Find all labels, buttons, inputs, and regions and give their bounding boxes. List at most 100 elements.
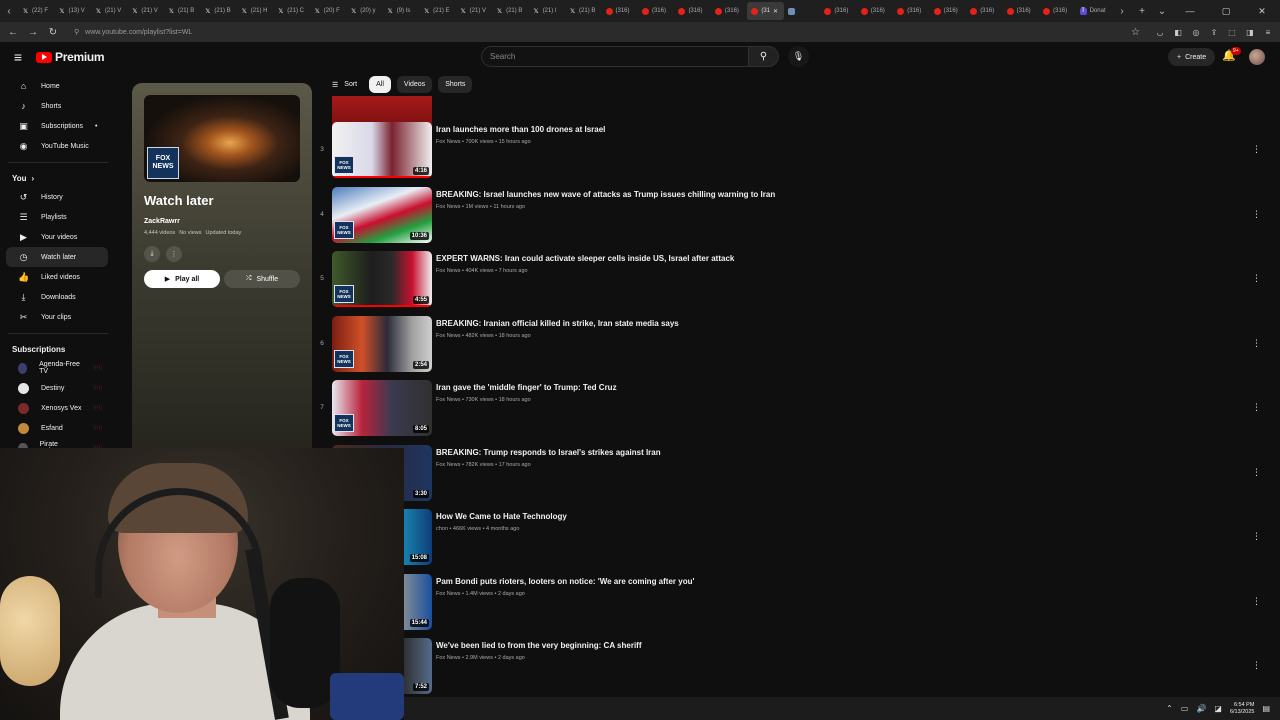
more-options-icon[interactable]: ⋮ [1252,338,1261,349]
tray-app-icon[interactable]: ◪ [1214,704,1222,713]
system-clock[interactable]: 6:54 PM 6/13/2025 [1230,702,1254,716]
sidebar-item-subscriptions[interactable]: ▣ Subscriptions • [6,116,108,136]
more-options-icon[interactable]: ⋮ [1252,273,1261,284]
sidebar-item-downloads[interactable]: ⤓ Downloads [6,287,108,307]
more-options-icon[interactable]: ⋮ [1252,402,1261,413]
browser-tab[interactable]: 𝕏 (21) B [164,2,200,20]
sidebar-subscription[interactable]: Xenosys Vex ((•)) [6,398,108,418]
close-window-icon[interactable]: ✕ [1244,6,1280,17]
channel-name[interactable]: Fox News [436,397,460,403]
more-options-icon[interactable]: ⋮ [1252,596,1261,607]
network-icon[interactable]: ▭ [1181,704,1189,713]
share-icon[interactable]: ⇪ [1208,26,1220,38]
download-icon[interactable]: ⤓ [144,246,160,262]
url-field[interactable]: ⚲ www.youtube.com/playlist?list=WL ☆ [66,24,1148,40]
minimize-icon[interactable]: — [1172,6,1208,17]
tray-chevron-icon[interactable]: ⌃ [1166,704,1173,713]
new-tab-icon[interactable]: + [1132,6,1152,17]
browser-tab[interactable] [784,2,820,20]
video-thumbnail[interactable]: FOX NEWS 4:16 [332,122,432,178]
sidebar-subscription[interactable]: Destiny ((•)) [6,378,108,398]
video-title[interactable]: BREAKING: Israel launches new wave of at… [436,190,775,199]
browser-tab[interactable]: (316) [820,2,856,20]
browser-tab[interactable]: 𝕏 (21) V [127,2,163,20]
browser-tab[interactable]: 𝕏 (21) V [456,2,492,20]
playlist-video-row[interactable]: 6 FOX NEWS 2:54 BREAKING: Iranian official k… [312,316,1280,376]
browser-tab[interactable]: 𝕏 (21) I [529,2,565,20]
video-title[interactable]: Iran gave the 'middle finger' to Trump: … [436,383,617,392]
filter-chip[interactable]: Shorts [438,76,473,93]
browser-tab[interactable]: 𝕏 (21) H [237,2,273,20]
browser-tab[interactable]: (316) [674,2,710,20]
browser-tab[interactable]: (316) [602,2,638,20]
browser-tab[interactable]: T Donat [1076,2,1112,20]
browser-tab[interactable]: 𝕏 (20) y [346,2,382,20]
video-title[interactable]: We've been lied to from the very beginni… [436,641,642,650]
guide-menu-icon[interactable]: ≡ [0,49,36,65]
back-icon[interactable]: ← [6,27,20,38]
sort-button[interactable]: ☰ Sort [332,81,357,89]
tab-scroll-left-icon[interactable]: ‹ [0,6,18,17]
extension-icon[interactable]: ◧ [1172,26,1184,38]
video-thumbnail[interactable]: FOX NEWS 10:36 [332,187,432,243]
pocket-icon[interactable]: ◡ [1154,26,1166,38]
close-tab-icon[interactable]: ✕ [773,8,778,15]
playlist-video-row[interactable]: 7 FOX NEWS 8:05 Iran gave the 'middle finger… [312,380,1280,440]
sidebar-item-playlists[interactable]: ☰ Playlists [6,207,108,227]
channel-name[interactable]: Fox News [436,591,460,597]
sidebar-item-shorts[interactable]: ♪ Shorts [6,96,108,116]
channel-name[interactable]: Fox News [436,139,460,145]
video-thumbnail[interactable]: FOX NEWS 4:55 [332,251,432,307]
video-title[interactable]: Pam Bondi puts rioters, looters on notic… [436,577,694,586]
browser-tab[interactable]: 𝕏 (21) B [565,2,601,20]
forward-icon[interactable]: → [26,27,40,38]
more-options-icon[interactable]: ⋮ [1252,660,1261,671]
more-options-icon[interactable]: ⋮ [1252,144,1261,155]
sidebar-subscription[interactable]: Esfand ((•)) [6,418,108,438]
browser-tab[interactable]: (316) [1039,2,1075,20]
playlist-owner[interactable]: ZackRawrr [144,218,180,225]
browser-tab[interactable]: 𝕏 (21) V [91,2,127,20]
video-title[interactable]: BREAKING: Trump responds to Israel's str… [436,448,661,457]
browser-tab[interactable]: (316) [638,2,674,20]
tab-scroll-right-icon[interactable]: › [1112,6,1132,17]
channel-name[interactable]: Fox News [436,462,460,468]
more-options-icon[interactable]: ⋮ [1252,209,1261,220]
video-thumbnail[interactable]: FOX NEWS 8:05 [332,380,432,436]
filter-chip[interactable]: Videos [396,76,433,93]
channel-name[interactable]: Fox News [436,655,460,661]
account-icon[interactable]: ◎ [1190,26,1202,38]
browser-tab[interactable]: (316) [893,2,929,20]
browser-tab[interactable]: 𝕏 (13) V [54,2,90,20]
browser-tab[interactable]: (316) [711,2,747,20]
playlist-video-row[interactable]: 3:30 BREAKING: Trump responds to Israel's… [312,445,1280,505]
reload-icon[interactable]: ↻ [46,27,60,38]
filter-chip[interactable]: All [369,76,391,93]
video-title[interactable]: How We Came to Hate Technology [436,512,567,521]
sidebar-item-watch-later[interactable]: ◷ Watch later [6,247,108,267]
maximize-icon[interactable]: ▢ [1208,6,1244,17]
playlist-video-row[interactable]: 3 FOX NEWS 4:16 Iran launches more than 100 … [312,122,1280,182]
playlist-video-row[interactable]: 15:44 Pam Bondi puts rioters, looters on … [312,574,1280,634]
browser-tab[interactable]: (316) [930,2,966,20]
browser-menu-icon[interactable]: ≡ [1262,26,1274,38]
play-all-button[interactable]: ▶ Play all [144,270,220,288]
volume-icon[interactable]: 🔊 [1196,704,1206,713]
playlist-video-row[interactable]: 5 FOX NEWS 4:55 EXPERT WARNS: Iran could act… [312,251,1280,311]
extensions-icon[interactable]: ⬚ [1226,26,1238,38]
browser-tab[interactable]: 𝕏 (9) Is [383,2,419,20]
sidebar-item-history[interactable]: ↺ History [6,187,108,207]
sidebar-subscription[interactable]: Agenda-Free TV ((•)) [6,358,108,378]
video-title[interactable]: BREAKING: Iranian official killed in str… [436,319,679,328]
you-section-header[interactable]: You › [0,169,116,187]
sidebar-item-your-videos[interactable]: ▶ Your videos [6,227,108,247]
playlist-video-row[interactable]: 4 FOX NEWS 10:36 BREAKING: Israel launches n… [312,187,1280,247]
more-actions-icon[interactable]: ⋮ [166,246,182,262]
sidebar-item-liked-videos[interactable]: 👍 Liked videos [6,267,108,287]
video-thumbnail[interactable]: FOX NEWS 2:54 [332,316,432,372]
browser-tab[interactable]: (316) [857,2,893,20]
playlist-thumbnail[interactable]: FOX NEWS [144,95,300,182]
browser-tab[interactable]: 𝕏 (20) F [310,2,346,20]
sidebar-item-your-clips[interactable]: ✂ Your clips [6,307,108,327]
sidebar-item-home[interactable]: ⌂ Home [6,76,108,96]
